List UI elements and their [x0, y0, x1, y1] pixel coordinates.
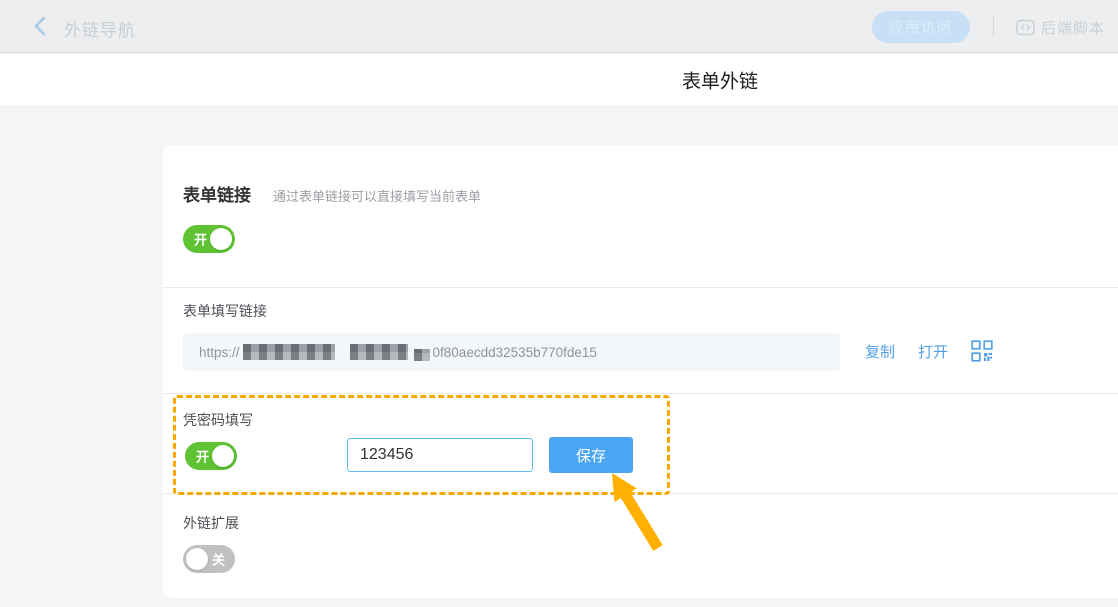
- page-header: 表单外链: [0, 53, 1118, 107]
- qr-code-icon[interactable]: [971, 340, 993, 362]
- form-link-description: 通过表单链接可以直接填写当前表单: [273, 186, 481, 205]
- save-button[interactable]: 保存: [549, 437, 633, 473]
- app-access-button[interactable]: 应用访问: [872, 11, 970, 43]
- topbar: 外链导航 应用访问 后端脚本: [0, 0, 1118, 53]
- backend-script-button[interactable]: 后端脚本: [1016, 15, 1105, 39]
- script-code-icon: [1016, 19, 1035, 36]
- topbar-divider: [993, 17, 994, 37]
- censored-url-block: [350, 344, 408, 360]
- toggle-knob: [186, 548, 208, 570]
- password-input[interactable]: [347, 438, 533, 472]
- password-toggle-label: 开: [196, 447, 209, 466]
- nav-title: 外链导航: [64, 16, 136, 41]
- fill-link-label: 表单填写链接: [183, 301, 267, 321]
- password-fill-label: 凭密码填写: [183, 410, 253, 430]
- copy-link-button[interactable]: 复制: [865, 341, 895, 362]
- backend-script-label: 后端脚本: [1041, 17, 1105, 38]
- extension-toggle-label: 关: [212, 550, 225, 569]
- back-button[interactable]: [28, 14, 52, 38]
- url-prefix: https://: [199, 345, 240, 360]
- censored-url-block: [414, 349, 430, 361]
- settings-card: 表单链接 通过表单链接可以直接填写当前表单 开 表单填写链接 https:// 0…: [163, 145, 1118, 598]
- toggle-knob: [212, 445, 234, 467]
- chevron-left-icon: [33, 16, 47, 36]
- censored-url-block: [243, 344, 335, 360]
- url-suffix: 0f80aecdd32535b770fde15: [433, 345, 597, 360]
- password-fill-toggle[interactable]: 开: [185, 442, 237, 470]
- section-divider: [163, 287, 1118, 288]
- toggle-knob: [210, 228, 232, 250]
- section-divider: [163, 493, 1118, 494]
- form-link-heading: 表单链接: [183, 181, 251, 206]
- form-external-link-page: { "topbar": { "nav_title": "外链导航", "app_…: [0, 0, 1118, 607]
- page-title: 表单外链: [682, 66, 758, 93]
- extension-toggle[interactable]: 关: [183, 545, 235, 573]
- form-link-toggle-label: 开: [194, 230, 207, 249]
- open-link-button[interactable]: 打开: [918, 341, 948, 362]
- form-url-field[interactable]: https:// 0f80aecdd32535b770fde15: [183, 333, 840, 371]
- form-link-toggle[interactable]: 开: [183, 225, 235, 253]
- url-actions: 复制 打开: [865, 340, 993, 362]
- section-divider: [163, 393, 1118, 394]
- extension-label: 外链扩展: [183, 513, 239, 533]
- form-link-heading-row: 表单链接 通过表单链接可以直接填写当前表单: [183, 181, 481, 206]
